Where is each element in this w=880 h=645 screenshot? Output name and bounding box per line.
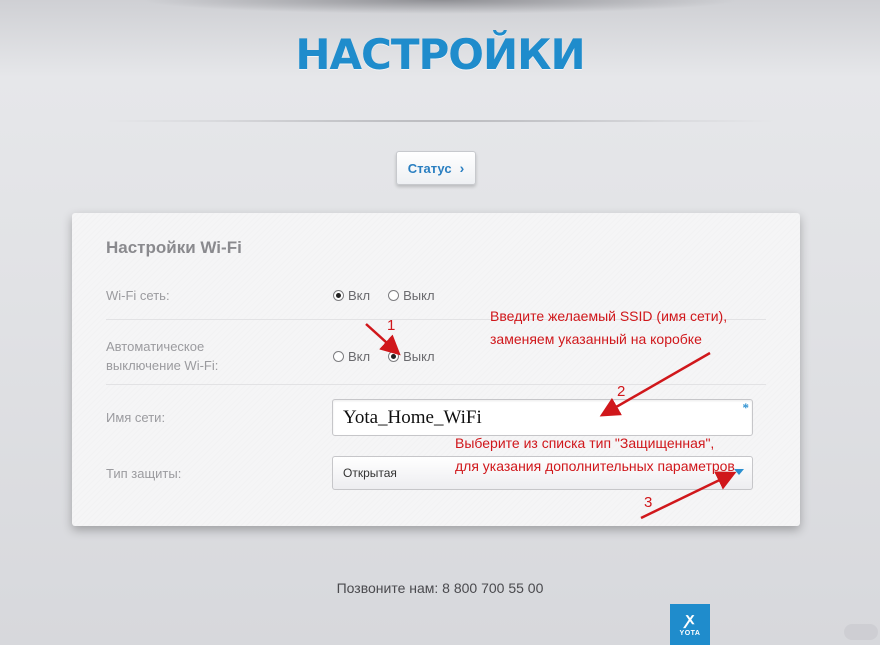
yota-logo-glyph: ꭗ <box>685 611 695 628</box>
wifi-on-label: Вкл <box>348 288 371 303</box>
page-title: НАСТРОЙКИ <box>295 30 585 79</box>
radio-unchecked-icon <box>388 290 400 301</box>
yota-logo-word: YOTA <box>679 630 701 637</box>
wifi-settings-panel: Настройки Wi-Fi Wi-Fi сеть: Вкл Выкл Авт… <box>72 213 800 526</box>
ssid-hint-line1: Введите желаемый SSID (имя сети), <box>490 308 728 324</box>
auto-off-off-radio[interactable]: Выкл <box>388 349 435 364</box>
ssid-hint: Введите желаемый SSID (имя сети), заменя… <box>490 305 727 351</box>
radio-checked-icon <box>333 290 344 301</box>
yota-logo: ꭗ YOTA <box>670 604 710 645</box>
footer-phone: Позвоните нам: 8 800 700 55 00 <box>336 580 544 596</box>
top-shadow <box>140 0 740 14</box>
security-hint: Выберите из списка тип "Защищенная", для… <box>455 432 735 478</box>
auto-off-radio-group: Вкл Выкл <box>333 349 453 364</box>
dropdown-arrow-icon <box>734 469 744 475</box>
status-button[interactable]: Статус › <box>396 151 476 185</box>
wifi-off-radio[interactable]: Выкл <box>388 288 435 303</box>
network-name-label: Имя сети: <box>106 410 166 425</box>
panel-title: Настройки Wi-Fi <box>106 238 242 257</box>
auto-off-label-line2: выключение Wi-Fi: <box>106 358 219 373</box>
title-divider <box>90 120 790 122</box>
security-hint-line1: Выберите из списка тип "Защищенная", <box>455 435 715 451</box>
auto-off-label: Автоматическое выключение Wi-Fi: <box>106 337 218 375</box>
auto-off-label-line1: Автоматическое <box>106 339 205 354</box>
auto-off-off-label: Выкл <box>403 349 435 364</box>
network-name-value: Yota_Home_WiFi <box>343 407 482 428</box>
watermark <box>844 624 878 640</box>
security-hint-line2: для указания дополнительных параметров <box>455 458 735 474</box>
step-2-label: 2 <box>617 383 626 400</box>
required-asterisk: * <box>742 400 750 415</box>
ssid-hint-line2: заменяем указанный на коробке <box>490 331 702 347</box>
wifi-network-radio-group: Вкл Выкл <box>333 288 453 303</box>
step-3-label: 3 <box>644 494 653 511</box>
wifi-on-radio[interactable]: Вкл <box>333 288 370 303</box>
wifi-network-label: Wi-Fi сеть: <box>106 288 170 303</box>
security-type-label: Тип защиты: <box>106 466 182 481</box>
network-name-input[interactable]: Yota_Home_WiFi * <box>332 399 753 436</box>
step-1-label: 1 <box>387 317 396 334</box>
chevron-right-icon: › <box>459 160 465 176</box>
wifi-off-label: Выкл <box>403 288 435 303</box>
auto-off-on-label: Вкл <box>348 349 371 364</box>
radio-checked-icon <box>388 351 400 362</box>
row-divider <box>106 384 766 385</box>
radio-unchecked-icon <box>333 351 344 362</box>
security-type-value: Открытая <box>343 466 397 480</box>
auto-off-on-radio[interactable]: Вкл <box>333 349 370 364</box>
status-button-label: Статус <box>407 160 452 176</box>
